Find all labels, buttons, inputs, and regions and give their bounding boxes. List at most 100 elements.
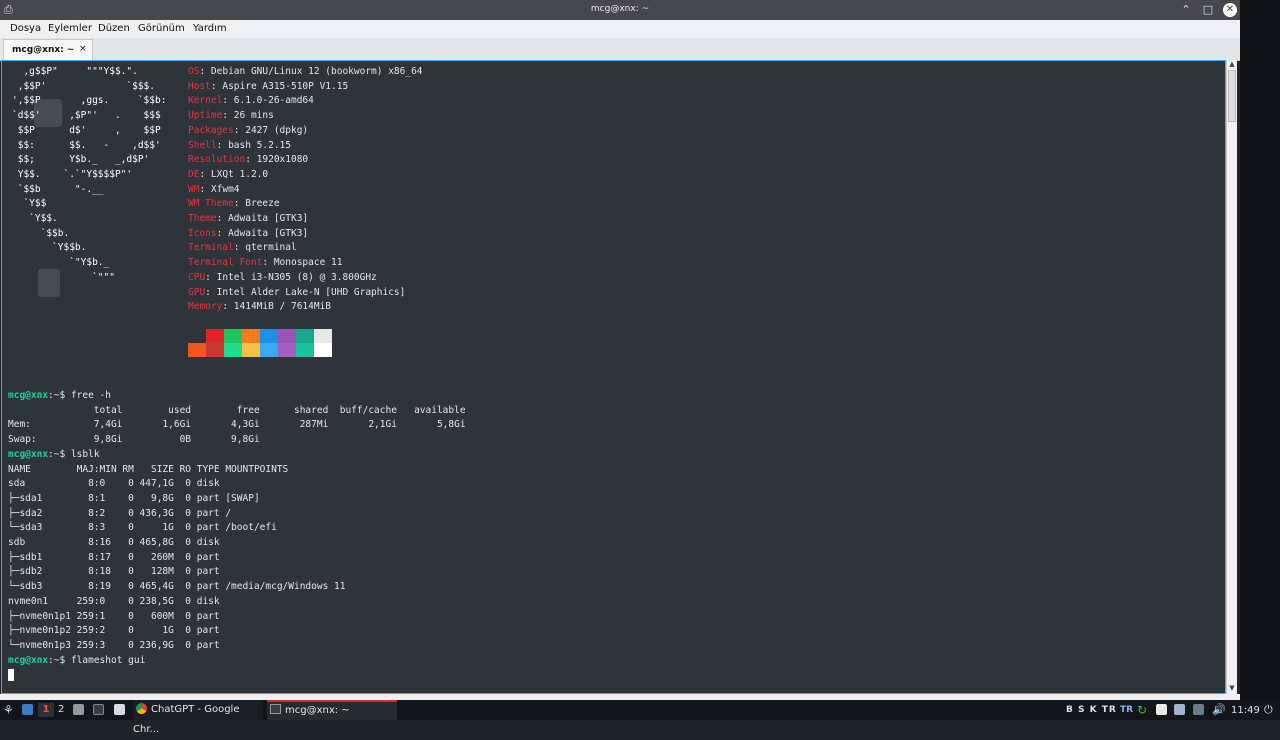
sysinfo-row: Shell: bash 5.2.15 — [188, 139, 291, 151]
screenshot-icon[interactable] — [1174, 704, 1185, 718]
output-line: └─nvme0n1p3 259:3 0 236,9G 0 part — [8, 639, 220, 651]
terminal-icon — [270, 704, 281, 714]
output-line: ├─sda2 8:2 0 436,3G 0 part / — [8, 507, 232, 519]
logo-line: ,$$P' `$$$. — [12, 80, 155, 92]
close-tab-icon[interactable]: × — [79, 44, 87, 54]
prompt-user: mcg@xnx — [8, 448, 49, 460]
prompt-separator: :~$ — [48, 448, 71, 460]
command-text: lsblk — [70, 448, 100, 460]
maximize-icon[interactable]: □ — [1200, 2, 1216, 18]
terminal-view[interactable]: ,g$$P" """Y$$.". ,$$P' `$$$. ',$$P ,ggs. … — [1, 60, 1226, 694]
prompt-separator: :~$ — [48, 390, 71, 401]
output-line: ├─nvme0n1p2 259:2 0 1G 0 part — [8, 625, 220, 637]
power-icon[interactable]: ⏻ — [1264, 703, 1273, 717]
sysinfo-key: Terminal Font — [188, 257, 263, 269]
sysinfo-key: Shell — [188, 139, 217, 151]
lxqt-menu-icon[interactable]: ⚘ — [3, 703, 14, 717]
palette-swatch — [314, 329, 332, 343]
close-icon[interactable]: ✕ — [1223, 3, 1237, 17]
desktop-2-button[interactable]: 2 — [58, 703, 64, 717]
sysinfo-value: Intel Alder Lake-N [UHD Graphics] — [216, 286, 406, 298]
sysinfo-key: Memory — [188, 301, 223, 313]
palette-swatch — [278, 329, 296, 343]
sysinfo-row: Memory: 1414MiB / 7614MiB — [188, 301, 332, 313]
sysinfo-key: Theme — [188, 213, 217, 224]
sysinfo-row: Theme: Adwaita [GTK3] — [188, 213, 309, 224]
palette-swatch — [260, 329, 278, 343]
menu-bar: Dosya Eylemler Düzen Görünüm Yardım — [0, 20, 1240, 38]
sysinfo-value: 6.1.0-26-amd64 — [233, 95, 314, 107]
desktop-1-button[interactable]: 1 — [38, 703, 54, 717]
network-icon[interactable] — [1193, 704, 1204, 718]
window-titlebar[interactable]: ⎙ mcg@xnx: ~ ⌃ □ ✕ — [0, 0, 1240, 20]
sysinfo-value: bash 5.2.15 — [228, 139, 291, 151]
palette-swatch — [206, 343, 224, 357]
terminal-launcher-icon[interactable] — [93, 704, 104, 718]
logo-line: $$; Y$b._ _,d$P' — [12, 154, 150, 166]
palette-swatch — [260, 343, 278, 357]
sysinfo-row: Packages: 2427 (dpkg) — [188, 124, 309, 136]
sysinfo-key: CPU — [188, 271, 206, 283]
sysinfo-key: OS — [188, 66, 200, 77]
output-line: total used free shared buff/cache availa… — [8, 404, 466, 416]
taskbar: ⚘ 1 2 ChatGPT - Google Chr... mcg@xnx: ~… — [0, 700, 1280, 735]
sysinfo-row: Terminal: qterminal — [188, 242, 297, 254]
sysinfo-value: 26 mins — [233, 110, 274, 122]
scroll-up-icon[interactable]: ▲ — [1228, 60, 1236, 70]
cursor-line — [8, 668, 14, 682]
show-desktop-icon[interactable] — [22, 704, 33, 718]
logo-line: `$$b "-.__ — [12, 183, 104, 195]
sysinfo-row: CPU: Intel i3-N305 (8) @ 3.800GHz — [188, 271, 377, 283]
logo-line: Y$$. `.`"Y$$$$P"' — [12, 168, 133, 180]
menu-file[interactable]: Dosya — [10, 23, 41, 34]
clock[interactable]: 11:49 — [1231, 704, 1260, 718]
sysinfo-value: Intel i3-N305 (8) @ 3.800GHz — [216, 271, 377, 283]
sysinfo-key: Packages — [188, 124, 234, 136]
sysinfo-row: WM Theme: Breeze — [188, 198, 280, 210]
command-text: free -h — [70, 390, 111, 401]
palette-swatch — [224, 329, 242, 343]
menu-actions[interactable]: Eylemler — [48, 23, 92, 34]
sysinfo-key: Host — [188, 80, 211, 92]
palette-swatch — [296, 343, 314, 357]
sysinfo-value: Xfwm4 — [210, 183, 240, 195]
prompt-user: mcg@xnx — [8, 654, 49, 666]
logo-line: `$$b. — [12, 227, 70, 239]
menu-help[interactable]: Yardım — [193, 23, 227, 34]
scroll-thumb[interactable] — [1228, 70, 1236, 122]
task-terminal[interactable]: mcg@xnx: ~ — [267, 700, 397, 720]
sysinfo-row: GPU: Intel Alder Lake-N [UHD Graphics] — [188, 286, 406, 298]
command-line: mcg@xnx:~$ flameshot gui — [8, 654, 145, 668]
keyboard-indicators[interactable]: B S K TR — [1066, 703, 1117, 717]
clipboard-icon[interactable] — [1156, 704, 1167, 718]
sysinfo-value: Adwaita [GTK3] — [228, 213, 309, 224]
tab-terminal[interactable]: mcg@xnx: ~ × — [3, 39, 93, 60]
output-line: └─sda3 8:3 0 1G 0 part /boot/efi — [8, 522, 277, 534]
palette-swatch — [242, 329, 260, 343]
sysinfo-row: DE: LXQt 1.2.0 — [188, 168, 269, 180]
sysinfo-row: Host: Aspire A315-510P V1.15 — [188, 80, 349, 92]
task-chrome[interactable]: ChatGPT - Google Chr... — [133, 700, 263, 735]
output-line: ├─sdb1 8:17 0 260M 0 part — [8, 551, 220, 563]
output-line: Swap: 9,8Gi 0B 9,8Gi — [8, 434, 260, 446]
files-icon[interactable] — [73, 704, 84, 718]
output-line: NAME MAJ:MIN RM SIZE RO TYPE MOUNTPOINTS — [8, 463, 289, 475]
menu-edit[interactable]: Düzen — [98, 23, 130, 34]
sysinfo-value: Adwaita [GTK3] — [228, 227, 309, 239]
task-label: mcg@xnx: ~ — [285, 705, 350, 716]
output-line: sda 8:0 0 447,1G 0 disk — [8, 478, 220, 490]
window-title: mcg@xnx: ~ — [590, 4, 650, 14]
text-editor-icon[interactable] — [114, 704, 125, 718]
sysinfo-value: Monospace 11 — [273, 257, 343, 269]
palette-swatch — [314, 343, 332, 357]
keyboard-layout[interactable]: TR — [1120, 703, 1133, 717]
update-icon[interactable]: ↻ — [1137, 703, 1147, 717]
scroll-down-icon[interactable]: ▼ — [1228, 684, 1236, 694]
minimize-icon[interactable]: ⌃ — [1178, 2, 1194, 18]
volume-icon[interactable]: 🔊 — [1212, 703, 1226, 717]
terminal-scrollbar[interactable]: ▲ ▼ — [1226, 60, 1237, 694]
palette-swatch — [188, 343, 206, 357]
menu-view[interactable]: Görünüm — [138, 23, 185, 34]
sysinfo-value: LXQt 1.2.0 — [210, 168, 269, 180]
sysinfo-key: DE — [188, 168, 200, 180]
